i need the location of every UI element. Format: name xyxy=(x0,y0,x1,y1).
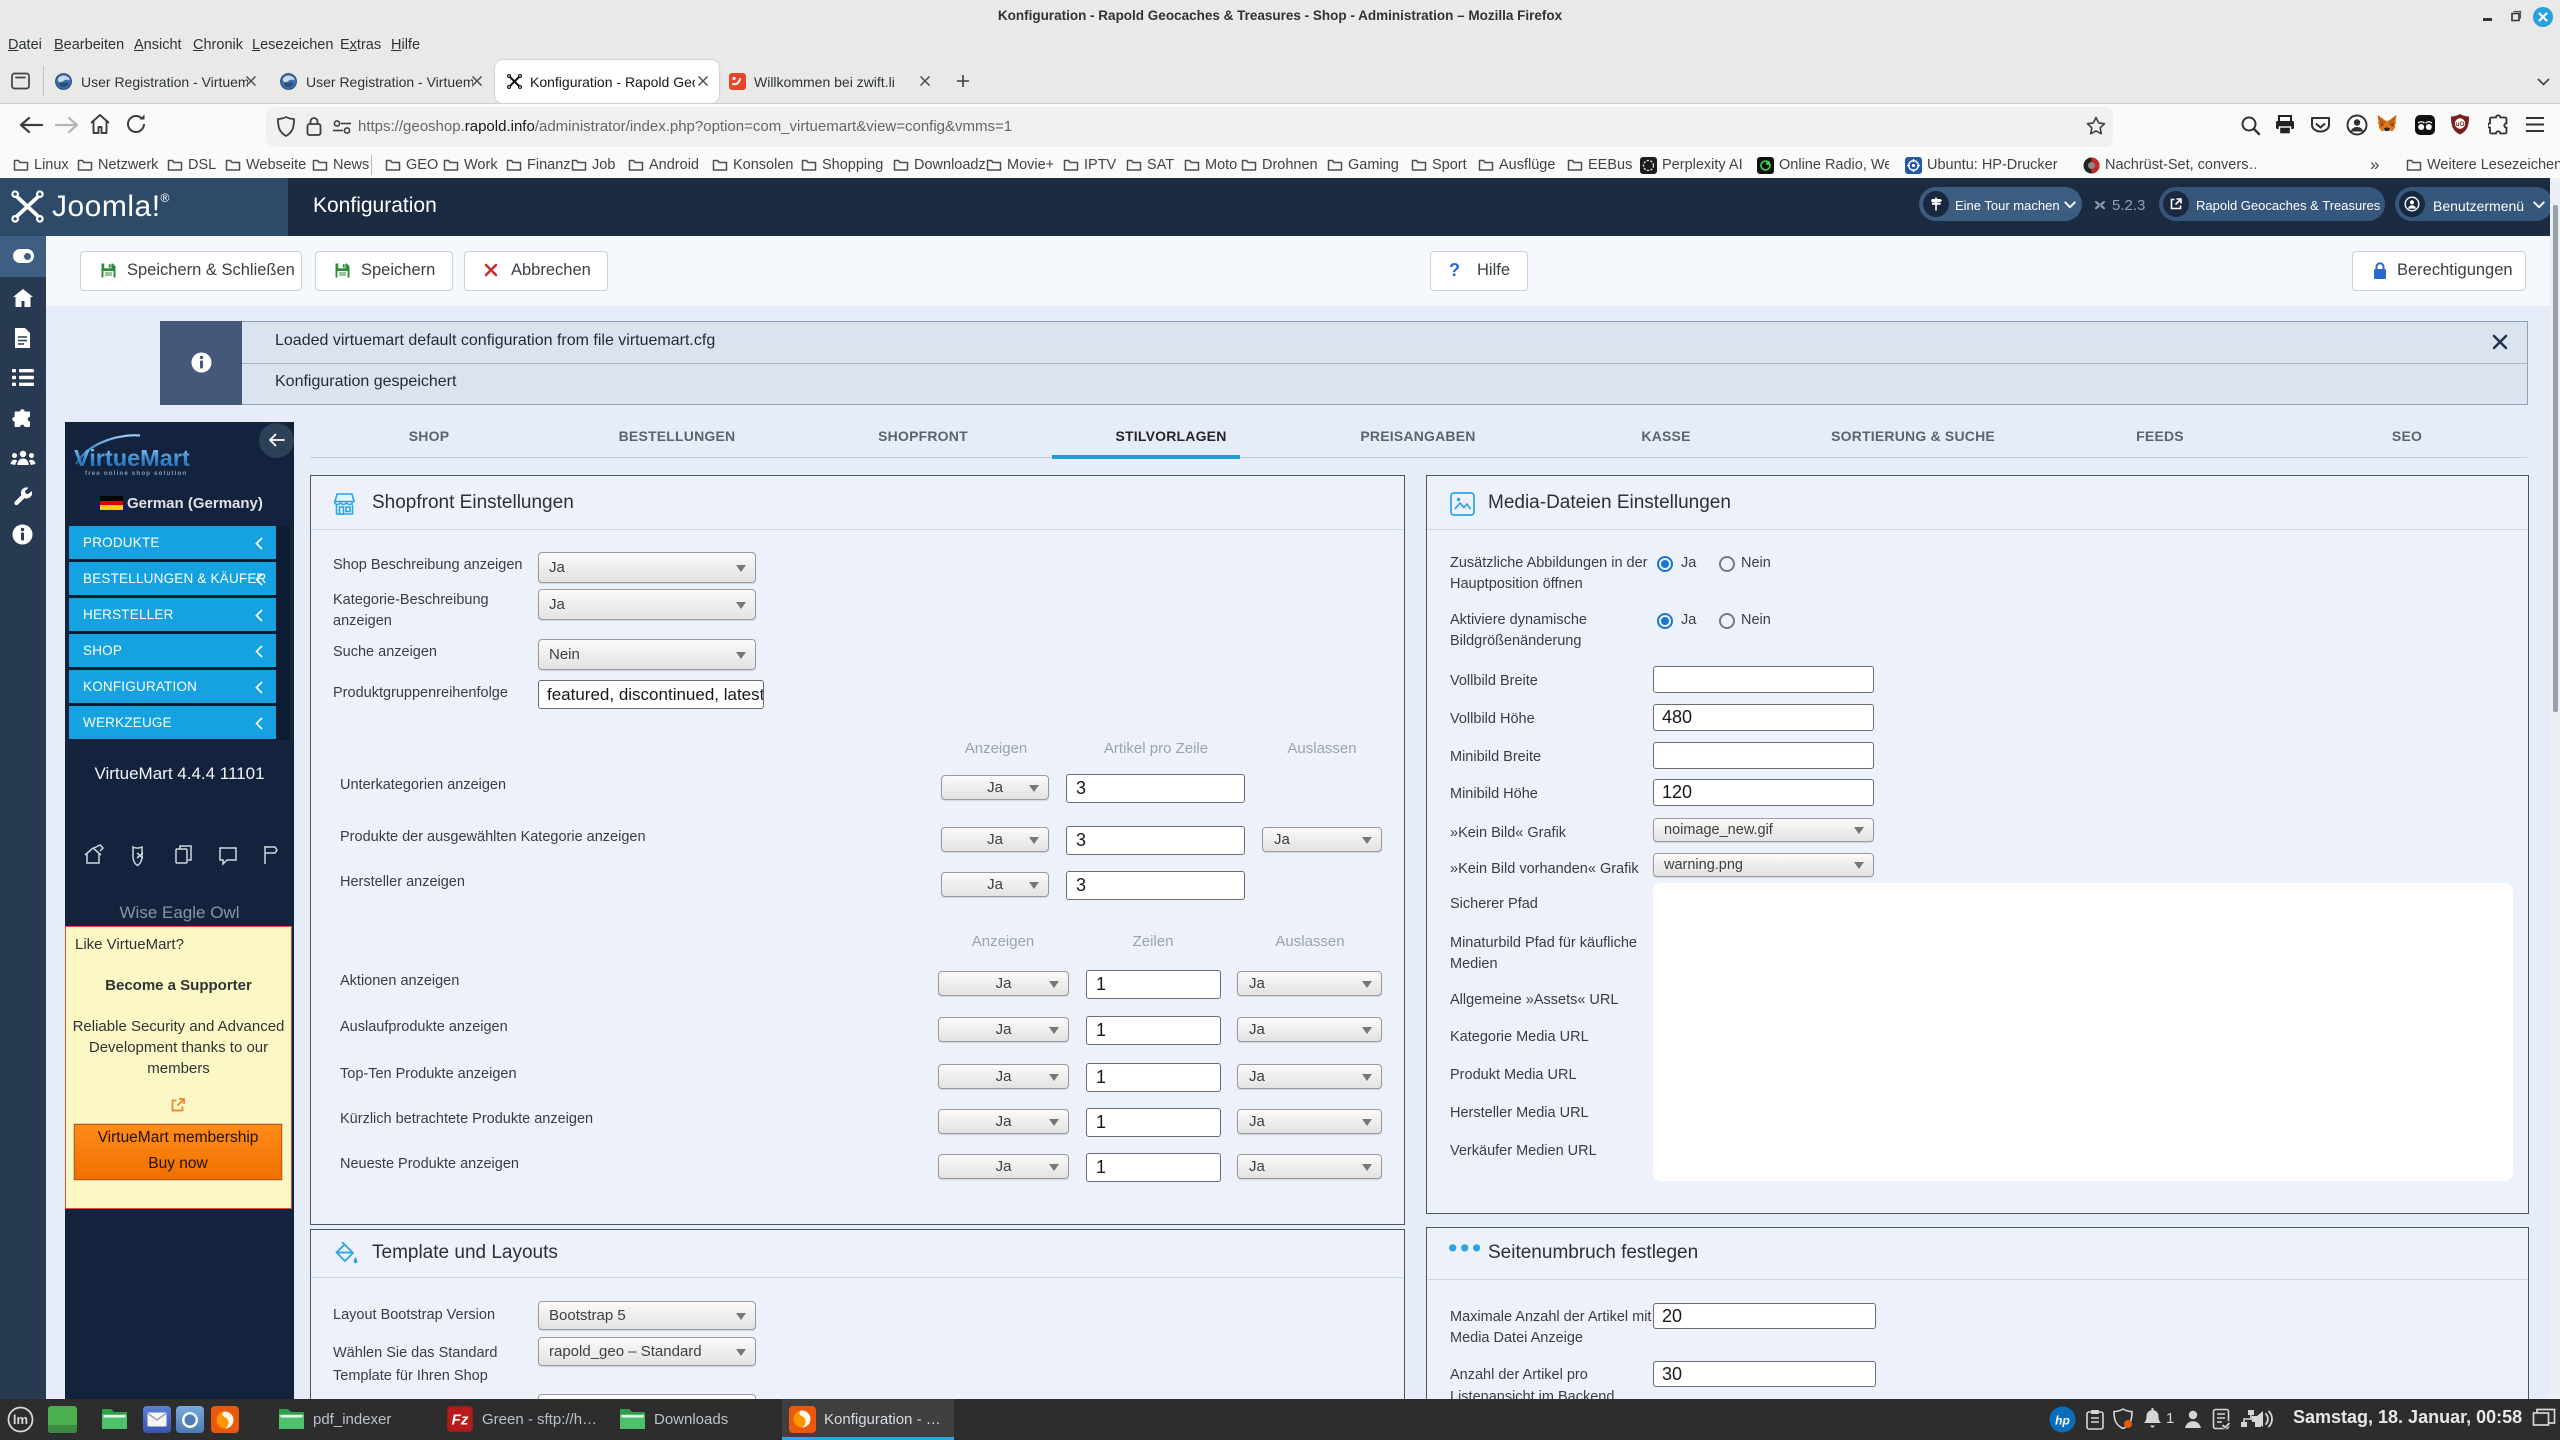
svg-text:Fz: Fz xyxy=(452,1412,469,1429)
svg-text:lm: lm xyxy=(13,1412,28,1427)
svg-text:hp: hp xyxy=(2055,1414,2070,1428)
svg-text:free online shop solution: free online shop solution xyxy=(85,470,187,477)
svg-text:VirtueMart: VirtueMart xyxy=(74,445,190,471)
svg-text:uO: uO xyxy=(2455,121,2464,128)
